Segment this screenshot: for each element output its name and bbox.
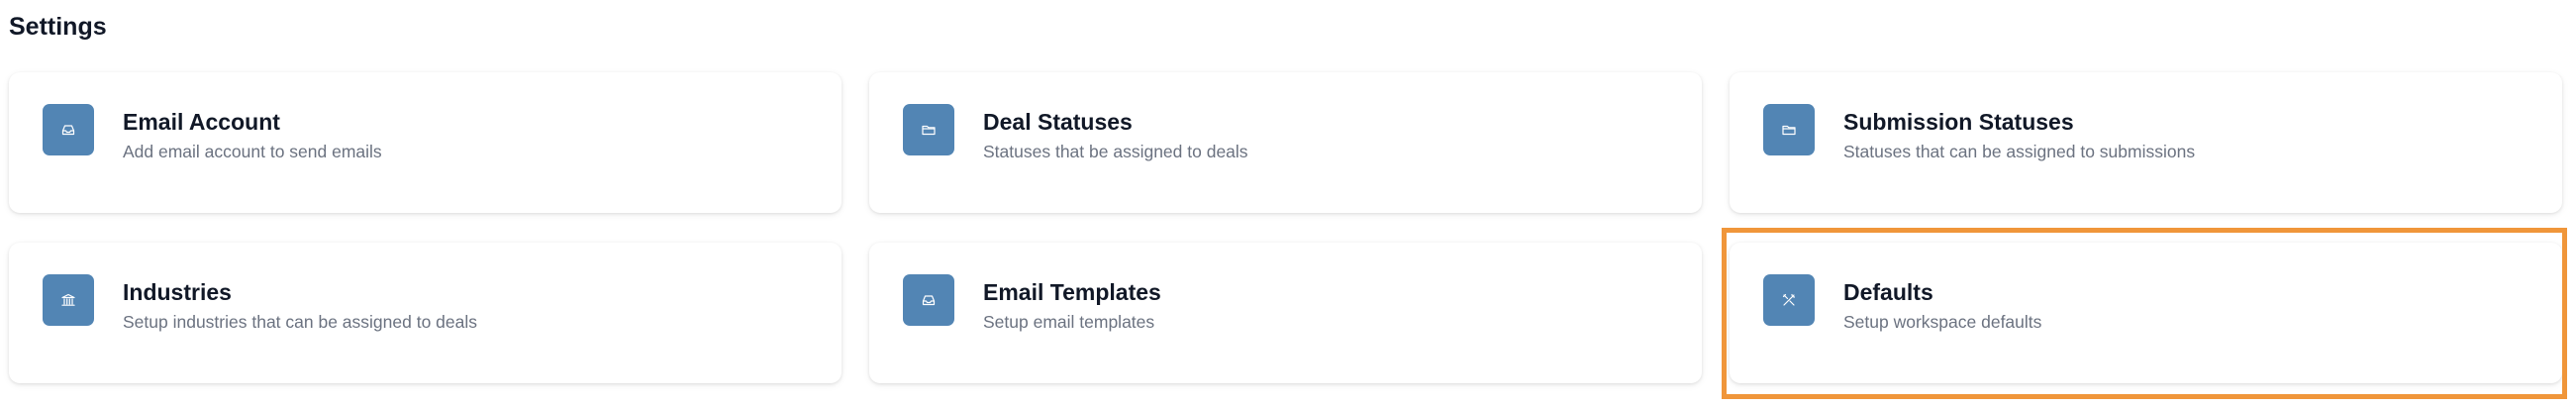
card-title: Submission Statuses <box>1843 109 2074 135</box>
settings-card-submission-statuses[interactable]: Submission Statuses Statuses that can be… <box>1730 72 2562 213</box>
card-description: Statuses that can be assigned to submiss… <box>1843 142 2196 161</box>
settings-page: Settings Email Account Add email account… <box>0 0 2576 408</box>
inbox-icon <box>903 274 954 326</box>
settings-card-deal-statuses[interactable]: Deal Statuses Statuses that be assigned … <box>869 72 1702 213</box>
folder-icon <box>903 104 954 155</box>
card-title: Deal Statuses <box>983 109 1133 135</box>
card-description: Setup industries that can be assigned to… <box>123 312 478 332</box>
page-title: Settings <box>9 13 107 41</box>
settings-card-industries[interactable]: Industries Setup industries that can be … <box>9 243 842 383</box>
card-description: Add email account to send emails <box>123 142 382 161</box>
building-icon <box>43 274 94 326</box>
settings-card-email-templates[interactable]: Email Templates Setup email templates <box>869 243 1702 383</box>
card-title: Email Account <box>123 109 280 135</box>
tools-icon <box>1763 274 1815 326</box>
card-description: Statuses that be assigned to deals <box>983 142 1248 161</box>
settings-card-defaults[interactable]: Defaults Setup workspace defaults <box>1730 243 2562 383</box>
card-description: Setup workspace defaults <box>1843 312 2042 332</box>
folder-icon <box>1763 104 1815 155</box>
settings-card-email-account[interactable]: Email Account Add email account to send … <box>9 72 842 213</box>
card-description: Setup email templates <box>983 312 1155 332</box>
inbox-icon <box>43 104 94 155</box>
card-title: Email Templates <box>983 279 1161 305</box>
card-title: Defaults <box>1843 279 1933 305</box>
card-title: Industries <box>123 279 232 305</box>
